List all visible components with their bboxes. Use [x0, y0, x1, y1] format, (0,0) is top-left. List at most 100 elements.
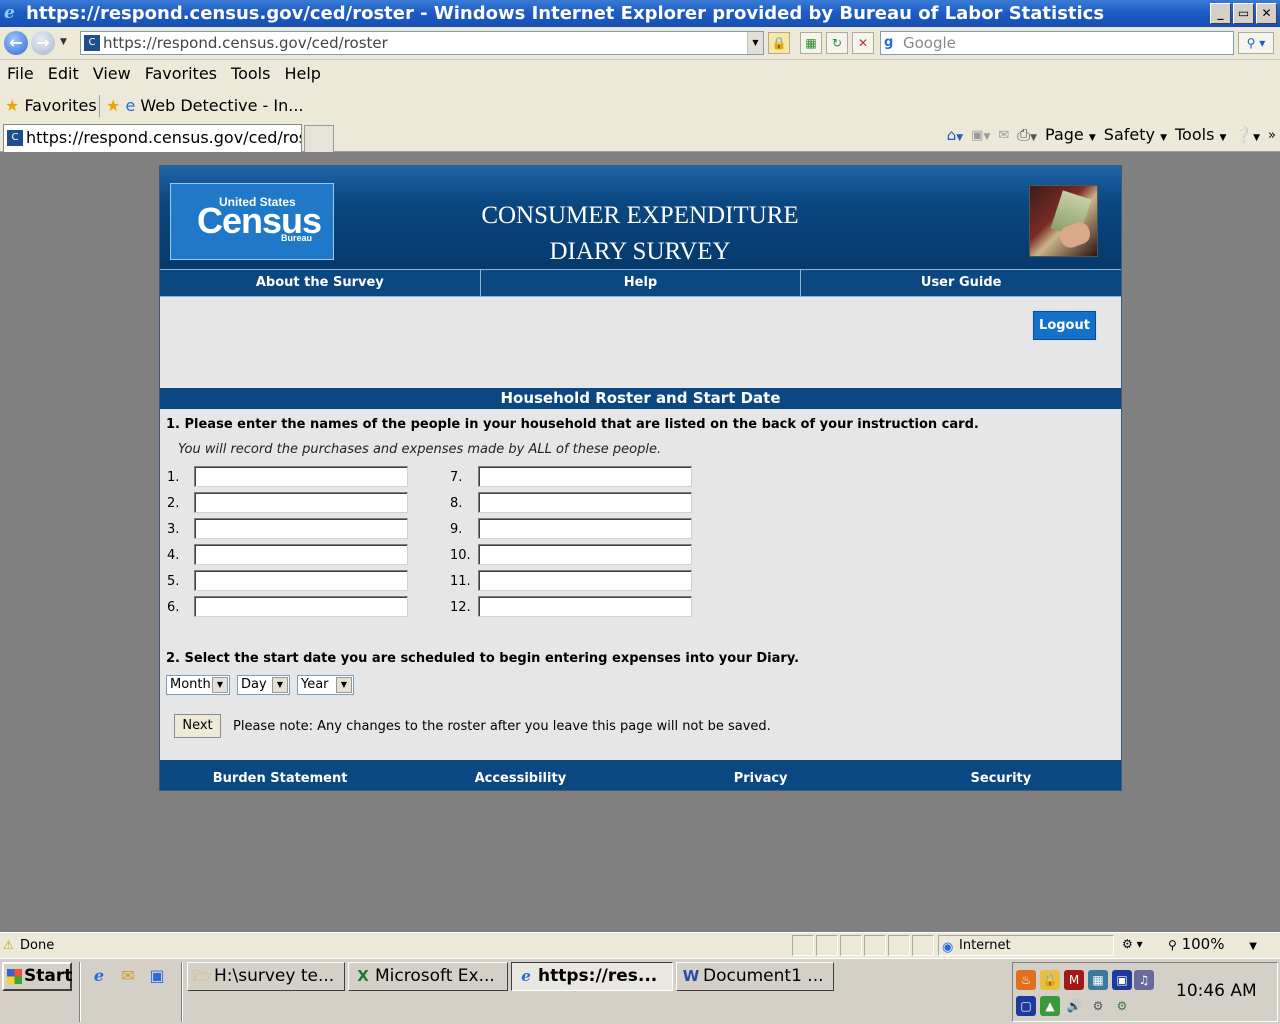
roster-name-input-2[interactable] — [194, 492, 408, 513]
nav-help[interactable]: Help — [481, 270, 802, 296]
start-label: Start — [24, 966, 73, 986]
taskbar: Start e ✉ ▣ 🗁 H:\survey te... X Microsof… — [0, 958, 1280, 1024]
address-dropdown-icon[interactable]: ▼ — [747, 32, 763, 54]
roster-label-10: 10. — [450, 548, 471, 563]
nav-user-guide[interactable]: User Guide — [801, 270, 1121, 296]
outlook-quicklaunch-icon[interactable]: ✉ — [117, 965, 139, 987]
lock-tray-icon[interactable]: 🔒 — [1040, 970, 1060, 990]
globe-icon: ◉ — [942, 940, 954, 955]
menu-view[interactable]: View — [86, 60, 138, 90]
page-menu[interactable]: Page ▼ — [1045, 121, 1096, 152]
display-tray-icon[interactable]: ▢ — [1016, 996, 1036, 1016]
roster-name-input-3[interactable] — [194, 518, 408, 539]
roster-name-input-4[interactable] — [194, 544, 408, 565]
minimize-button[interactable]: _ — [1210, 3, 1231, 24]
music-tray-icon[interactable]: ♫ — [1134, 970, 1154, 990]
site-title: CONSUMER EXPENDITURE DIARY SURVEY — [420, 198, 860, 270]
refresh-icon[interactable]: ↻ — [826, 32, 848, 54]
home-icon[interactable]: ⌂▼ — [947, 121, 963, 152]
year-select[interactable]: Year ▼ — [297, 675, 354, 695]
month-select[interactable]: Month ▼ — [166, 675, 230, 695]
logo-bottom-text: Bureau — [281, 233, 313, 243]
back-arrow-icon[interactable]: ← — [4, 31, 28, 55]
taskbar-folder[interactable]: 🗁 H:\survey te... — [187, 962, 345, 991]
menu-help[interactable]: Help — [277, 60, 327, 90]
footer-privacy[interactable]: Privacy — [641, 760, 881, 790]
roster-name-input-11[interactable] — [478, 570, 692, 591]
tools-menu[interactable]: Tools ▼ — [1175, 121, 1226, 152]
menu-edit[interactable]: Edit — [41, 60, 86, 90]
day-select[interactable]: Day ▼ — [237, 675, 290, 695]
desktop-quicklaunch-icon[interactable]: ▣ — [146, 965, 168, 987]
favorite-label: Web Detective - In... — [140, 96, 304, 115]
history-dropdown-icon[interactable]: ▼ — [60, 37, 67, 47]
start-button[interactable]: Start — [2, 962, 72, 991]
stop-icon[interactable]: ✕ — [852, 32, 874, 54]
page-menu-label: Page — [1045, 124, 1084, 144]
logout-button[interactable]: Logout — [1032, 310, 1097, 341]
java-tray-icon[interactable]: ♨ — [1016, 970, 1036, 990]
mail-icon[interactable]: ✉ — [998, 122, 1009, 150]
browser-viewport: United States Census Bureau CONSUMER EXP… — [0, 152, 1280, 932]
nvidia-tray-icon[interactable]: ▲ — [1040, 996, 1060, 1016]
warning-icon: ⚠ — [3, 938, 14, 952]
menu-file[interactable]: File — [0, 60, 41, 90]
roster-name-input-1[interactable] — [194, 466, 408, 487]
google-icon: g — [884, 35, 894, 50]
print-icon[interactable]: ⎙▼ — [1017, 121, 1037, 152]
footer-accessibility[interactable]: Accessibility — [400, 760, 640, 790]
nav-about-survey[interactable]: About the Survey — [160, 270, 481, 296]
next-button[interactable]: Next — [174, 714, 221, 738]
protected-mode-icon[interactable]: ⚙ ▾ — [1118, 935, 1158, 956]
status-text: Done — [20, 938, 55, 953]
clock[interactable]: 10:46 AM — [1176, 981, 1257, 1001]
roster-label-12: 12. — [450, 600, 471, 615]
roster-label-4: 4. — [167, 548, 180, 563]
search-icon[interactable]: ⚲ ▾ — [1238, 32, 1274, 54]
restore-button[interactable]: ▭ — [1233, 3, 1254, 24]
roster-name-input-6[interactable] — [194, 596, 408, 617]
close-button[interactable]: ✕ — [1256, 3, 1277, 24]
feeds-icon[interactable]: ▣▼ — [971, 122, 990, 151]
speaker-tray-icon[interactable]: 🔊 — [1064, 996, 1084, 1016]
chevron-right-icon[interactable]: » — [1268, 122, 1276, 150]
safely-remove-tray-icon[interactable]: ⚙ — [1112, 996, 1132, 1016]
census-logo[interactable]: United States Census Bureau — [170, 183, 334, 260]
roster-name-input-9[interactable] — [478, 518, 692, 539]
device-tray-icon[interactable]: ⚙ — [1088, 996, 1108, 1016]
forward-arrow-icon[interactable]: → — [31, 31, 55, 55]
ie-quicklaunch-icon[interactable]: e — [88, 965, 110, 987]
windows-update-tray-icon[interactable]: ▣ — [1112, 970, 1132, 990]
footer-security[interactable]: Security — [881, 760, 1121, 790]
taskbar-excel[interactable]: X Microsoft Ex... — [348, 962, 508, 991]
address-url: https://respond.census.gov/ced/roster — [103, 34, 388, 52]
favorites-button[interactable]: ★ Favorites — [5, 90, 97, 121]
roster-name-input-7[interactable] — [478, 466, 692, 487]
tab-label: https://respond.census.gov/ced/ros... — [26, 128, 302, 147]
menu-tools[interactable]: Tools — [224, 60, 277, 90]
search-input[interactable]: g Google — [880, 31, 1234, 55]
safety-menu[interactable]: Safety ▼ — [1104, 121, 1167, 152]
roster-save-note: Please note: Any changes to the roster a… — [233, 719, 771, 734]
security-zone[interactable]: ◉ Internet — [938, 935, 1114, 956]
survey-page: United States Census Bureau CONSUMER EXP… — [159, 165, 1122, 791]
roster-name-input-10[interactable] — [478, 544, 692, 565]
zoom-control[interactable]: ⚲ 100% ▼ — [1164, 935, 1276, 956]
address-input[interactable]: C https://respond.census.gov/ced/roster … — [80, 31, 764, 55]
antivirus-tray-icon[interactable]: M — [1064, 970, 1084, 990]
new-tab-button[interactable] — [304, 125, 334, 152]
roster-name-input-12[interactable] — [478, 596, 692, 617]
roster-name-input-5[interactable] — [194, 570, 408, 591]
footer-burden-statement[interactable]: Burden Statement — [160, 760, 400, 790]
lock-icon[interactable]: 🔒 — [768, 32, 790, 54]
tab-census-roster[interactable]: C https://respond.census.gov/ced/ros... — [3, 124, 302, 152]
question-1: 1. Please enter the names of the people … — [166, 417, 979, 432]
favorite-web-detective[interactable]: ★ e Web Detective - In... — [106, 90, 304, 121]
taskbar-word[interactable]: W Document1 ... — [676, 962, 834, 991]
help-icon[interactable]: ❔▼ — [1234, 121, 1260, 152]
compatibility-view-icon[interactable]: ▦ — [800, 32, 822, 54]
taskbar-internet-explorer[interactable]: e https://res... — [511, 962, 673, 991]
network-tray-icon[interactable]: ▦ — [1088, 970, 1108, 990]
roster-name-input-8[interactable] — [478, 492, 692, 513]
menu-favorites[interactable]: Favorites — [138, 60, 224, 90]
